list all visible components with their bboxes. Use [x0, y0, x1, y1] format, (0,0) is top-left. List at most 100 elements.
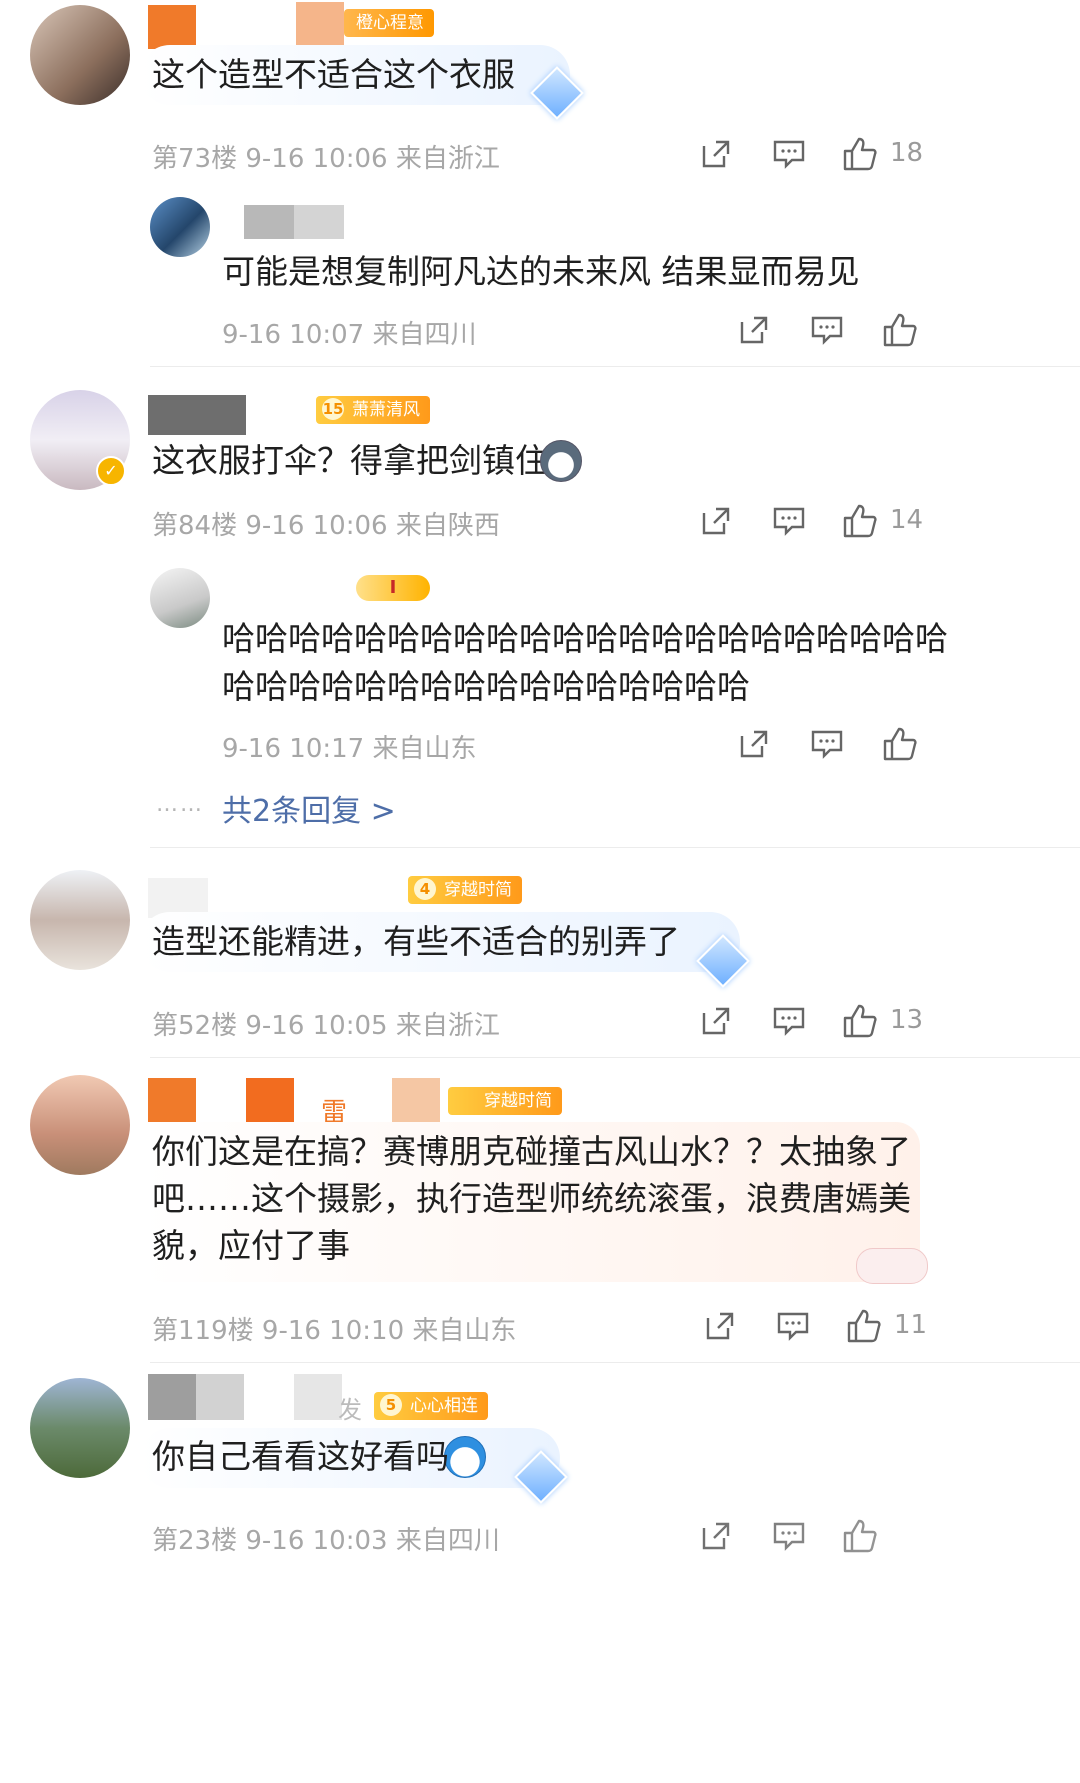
avatar[interactable] [30, 1378, 130, 1478]
username-blurred[interactable] [244, 205, 294, 239]
comment-text-line: 貌，应付了事 [152, 1226, 350, 1265]
cat-sticker-icon [856, 1248, 928, 1284]
user-badge: 5 心心相连 [374, 1392, 488, 1420]
timestamp: 9-16 10:06 [245, 511, 388, 541]
share-icon[interactable] [738, 314, 770, 346]
avatar[interactable] [30, 1075, 130, 1175]
comment-icon[interactable] [810, 728, 844, 760]
user-badge: 15 萧萧清风 [316, 396, 430, 424]
username-blurred[interactable] [148, 395, 246, 435]
username-blurred[interactable] [148, 1374, 196, 1420]
husky-emoji-icon [540, 440, 582, 482]
badge-label: 穿越时简 [484, 1091, 552, 1111]
comment-icon[interactable] [772, 505, 806, 537]
username-blurred[interactable] [148, 1078, 196, 1122]
timestamp: 9-16 10:03 [245, 1526, 388, 1556]
location: 来自浙江 [395, 144, 500, 174]
avatar[interactable] [150, 568, 210, 628]
location: 来自四川 [372, 320, 477, 350]
user-badge: 橙心程意 [344, 9, 434, 37]
share-icon[interactable] [738, 728, 770, 760]
location: 来自浙江 [395, 1011, 500, 1041]
username-blurred[interactable] [246, 1078, 294, 1122]
floor-number: 第23楼 [152, 1526, 238, 1556]
like-count: 13 [890, 1005, 924, 1035]
more-replies-dots: …… [156, 792, 204, 817]
verified-badge-icon: ✓ [96, 456, 126, 486]
avatar[interactable] [30, 870, 130, 970]
divider [150, 1057, 1080, 1058]
badge-label: 萧萧清风 [352, 400, 420, 420]
divider [150, 366, 1080, 367]
share-icon[interactable] [704, 1310, 736, 1342]
doraemon-emoji-icon [444, 1436, 486, 1478]
timestamp: 9-16 10:17 [222, 734, 365, 764]
comment-meta: 第73楼 9-16 10:06 来自浙江 [152, 138, 500, 175]
avatar[interactable] [150, 197, 210, 257]
user-badge: 穿越时简 [448, 1087, 562, 1115]
comment-icon[interactable] [810, 314, 844, 346]
like-count: 18 [890, 138, 924, 168]
badge-label: 橙心程意 [356, 13, 424, 33]
thumbs-up-icon[interactable] [846, 1308, 882, 1344]
username-blurred[interactable] [148, 5, 196, 49]
comment-meta: 第84楼 9-16 10:06 来自陕西 [152, 505, 500, 542]
username-fragment: 发 [338, 1396, 362, 1424]
more-replies-link[interactable]: 共2条回复 > [222, 786, 396, 830]
username-blurred[interactable] [294, 205, 344, 239]
timestamp: 9-16 10:10 [261, 1316, 405, 1346]
comment-meta: 第23楼 9-16 10:03 来自四川 [152, 1520, 500, 1557]
badge-level: 4 [414, 878, 436, 900]
badge-level: 5 [380, 1394, 402, 1416]
divider [150, 1362, 1080, 1363]
thumbs-up-icon[interactable] [882, 312, 918, 348]
bottom-watermark-fade [660, 1500, 1080, 1590]
reply-text-line: 哈哈哈哈哈哈哈哈哈哈哈哈哈哈哈哈 [222, 667, 750, 706]
floor-number: 第52楼 [152, 1011, 238, 1041]
reply-meta: 9-16 10:17 来自山东 [222, 728, 476, 765]
floor-number: 第84楼 [152, 511, 238, 541]
comment-text-line: 吧……这个摄影，执行造型师统统滚蛋，浪费唐嫣美 [152, 1179, 911, 1218]
comment-text: 造型还能精进，有些不适合的别弄了 [152, 922, 680, 961]
comment-text: 你自己看看这好看吗 [152, 1437, 449, 1476]
timestamp: 9-16 10:05 [245, 1011, 388, 1041]
badge-label: 穿越时简 [444, 880, 512, 900]
location: 来自四川 [395, 1526, 500, 1556]
thumbs-up-icon[interactable] [842, 1003, 878, 1039]
username-blurred[interactable] [294, 1374, 342, 1420]
divider [150, 847, 1080, 848]
user-badge: 4 穿越时简 [408, 876, 522, 904]
share-icon[interactable] [700, 505, 732, 537]
timestamp: 9-16 10:06 [245, 144, 388, 174]
location: 来自山东 [372, 734, 477, 764]
comment-icon[interactable] [772, 1005, 806, 1037]
avatar[interactable] [30, 5, 130, 105]
comment-icon[interactable] [776, 1310, 810, 1342]
comment-text: 这个造型不适合这个衣服 [152, 55, 515, 94]
comment-text: 这衣服打伞？得拿把剑镇住 [152, 441, 548, 480]
thumbs-up-icon[interactable] [842, 503, 878, 539]
timestamp: 9-16 10:07 [222, 320, 365, 350]
comment-meta: 第119楼 9-16 10:10 来自山东 [152, 1310, 516, 1347]
username-blurred[interactable] [196, 1374, 244, 1420]
comment-text-line: 你们这是在搞？赛博朋克碰撞古风山水？？太抽象了 [152, 1132, 911, 1171]
comment-icon[interactable] [772, 138, 806, 170]
like-count: 14 [890, 505, 924, 535]
share-icon[interactable] [700, 138, 732, 170]
username-blurred[interactable] [392, 1078, 440, 1122]
badge-level: 15 [322, 398, 344, 420]
share-icon[interactable] [700, 1005, 732, 1037]
location: 来自陕西 [395, 511, 500, 541]
reply-meta: 9-16 10:07 来自四川 [222, 314, 476, 351]
vip-level-badge-icon: I [356, 575, 430, 601]
thumbs-up-icon[interactable] [882, 726, 918, 762]
floor-number: 第119楼 [152, 1316, 254, 1346]
username-blurred[interactable] [296, 2, 344, 46]
badge-label: 心心相连 [410, 1396, 478, 1416]
thumbs-up-icon[interactable] [842, 136, 878, 172]
floor-number: 第73楼 [152, 144, 238, 174]
reply-text: 可能是想复制阿凡达的未来风 结果显而易见 [222, 252, 860, 291]
like-count: 11 [894, 1310, 928, 1340]
location: 来自山东 [412, 1316, 517, 1346]
comment-meta: 第52楼 9-16 10:05 来自浙江 [152, 1005, 500, 1042]
